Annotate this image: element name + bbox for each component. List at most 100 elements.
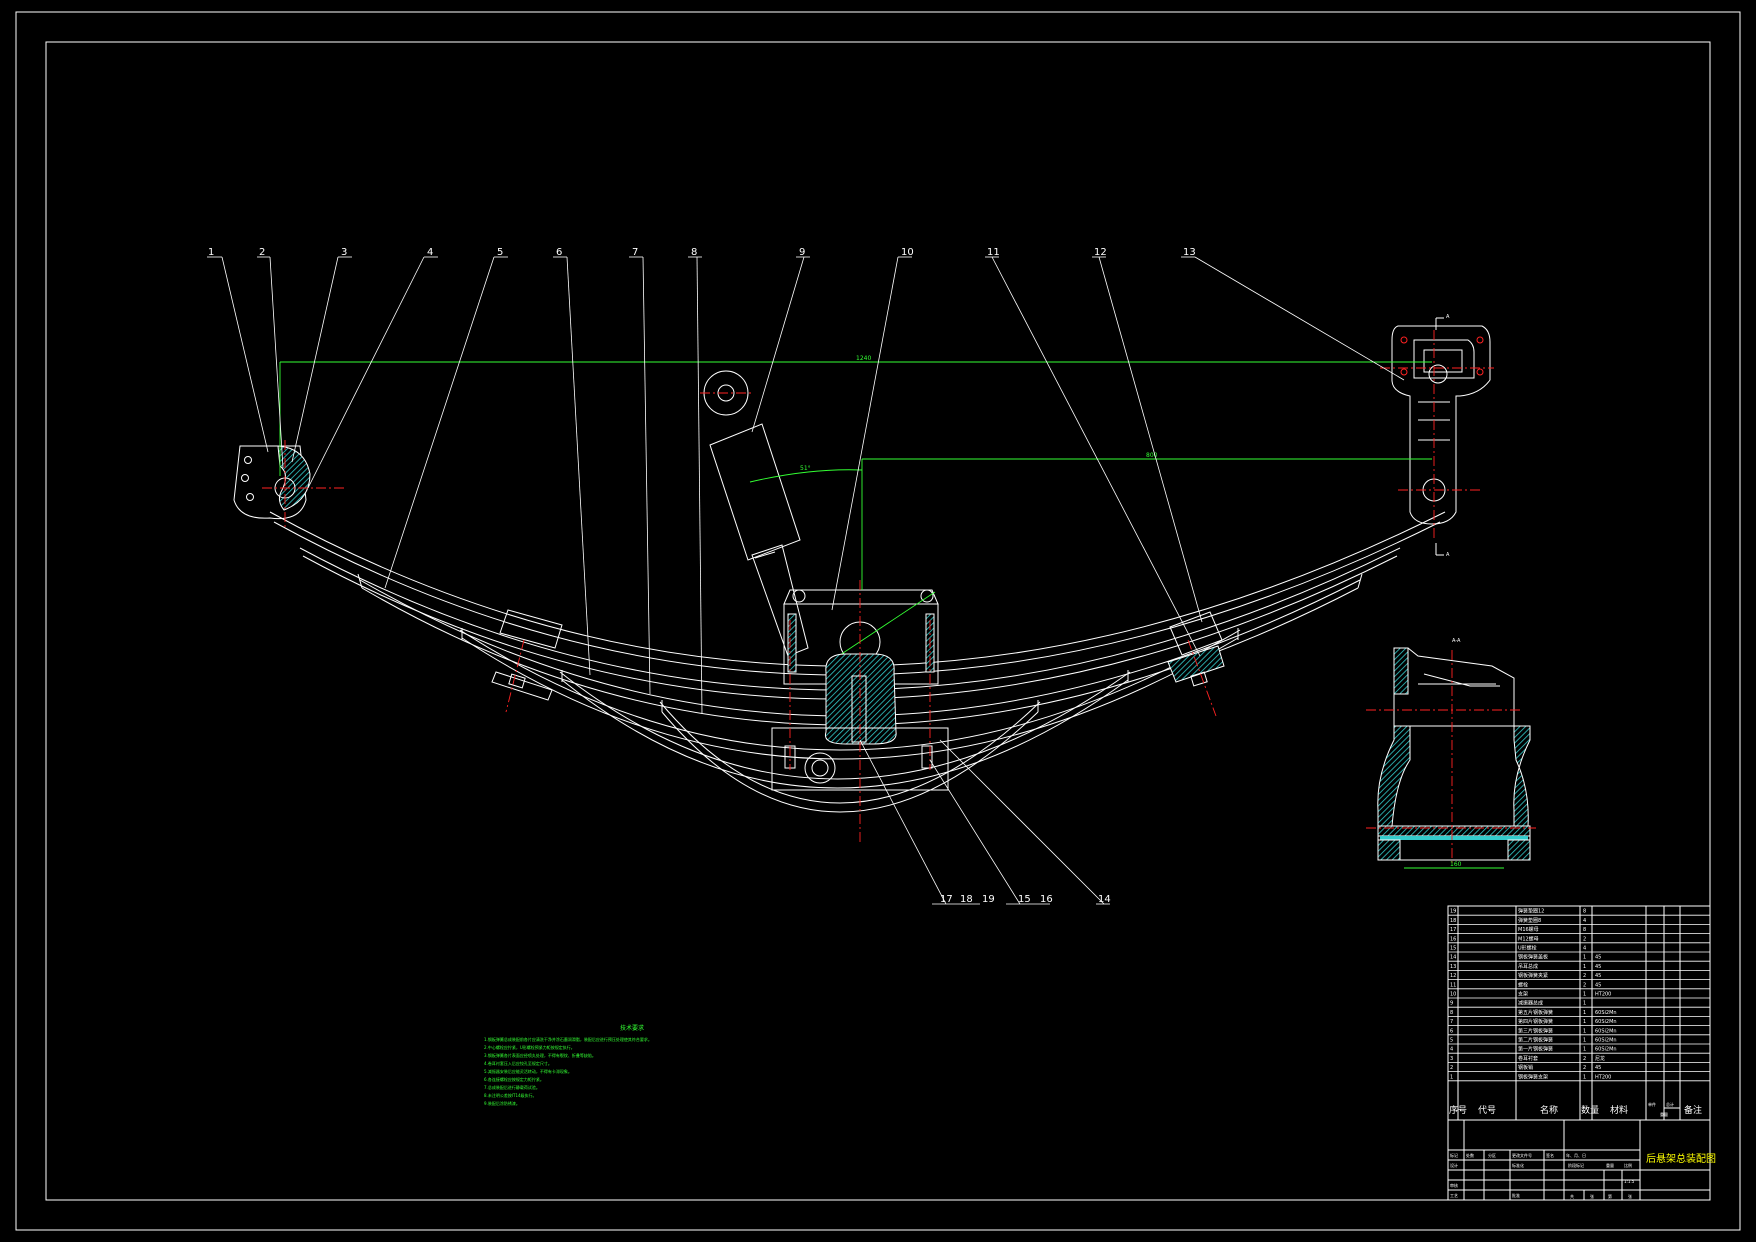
tb-weight: 重量 <box>1606 1162 1614 1168</box>
section-mark-top: A <box>1446 314 1450 320</box>
callout-5: 5 <box>497 247 503 258</box>
callout-3: 3 <box>341 247 347 258</box>
bom-cell-name: 卷耳衬套 <box>1518 1055 1538 1062</box>
bom-cell-material: 尼龙 <box>1595 1055 1605 1062</box>
note-line: 2.中心螺栓应拧紧，U形螺栓预紧力矩按规定执行。 <box>484 1044 575 1050</box>
title-block: 标记 处数 分区 更改文件号 签名 年、月、日 设计 标准化 审核 工艺 批准 … <box>1447 1119 1716 1201</box>
front-bracket <box>233 440 345 528</box>
note-line: 3.钢板弹簧各片表面应经喷丸处理，不得有裂纹、折叠等缺陷。 <box>484 1052 596 1058</box>
left-clamp <box>491 609 563 713</box>
callout-17: 17 <box>940 894 953 905</box>
bom-cell-name: 钢板弹簧夹紧 <box>1518 972 1548 979</box>
bom-cell-material: 60Si2Mn <box>1595 1047 1617 1053</box>
bom-cell-no: 15 <box>1450 946 1456 952</box>
notes-heading: 技术要求 <box>620 1024 644 1032</box>
note-line: 9.装配后涂防锈漆。 <box>484 1100 520 1106</box>
bom-cell-qty: 1 <box>1583 992 1586 998</box>
bom-cell-name: U形螺栓 <box>1518 945 1537 952</box>
bom-cell-qty: 2 <box>1583 982 1586 988</box>
bom-cell-name: 弹簧垫圈8 <box>1518 917 1541 924</box>
bom-cell-material: 45 <box>1595 1065 1601 1071</box>
tb-sheets-total: 共 <box>1570 1193 1574 1199</box>
bom-cell-material: 60Si2Mn <box>1595 1038 1617 1044</box>
bom-cell-name: 螺栓 <box>1518 981 1528 988</box>
section-view-title: A-A <box>1452 638 1461 644</box>
bom-cell-qty: 8 <box>1583 909 1586 915</box>
drawing-canvas: 1240 800 51° 1 2 3 4 5 6 7 8 9 10 11 12 … <box>15 11 1741 1231</box>
tb-zone: 分区 <box>1488 1152 1496 1158</box>
dim-angle: 51° <box>800 465 811 472</box>
tb-approve: 批准 <box>1512 1192 1520 1198</box>
callout-18: 18 <box>960 894 973 905</box>
note-line: 8.未注明公差按IT14级执行。 <box>484 1092 537 1098</box>
bom-cell-material: 45 <box>1595 973 1601 979</box>
tb-sheet-no: 第 <box>1608 1193 1612 1199</box>
bom-cell-no: 7 <box>1450 1019 1453 1025</box>
callout-13: 13 <box>1183 247 1196 258</box>
callout-labels: 1 2 3 4 5 6 7 8 9 10 11 12 13 17 18 19 1… <box>208 247 1450 905</box>
bom-header-total: 总计 <box>1666 1101 1674 1107</box>
dim-span: 1240 <box>856 355 871 362</box>
technical-notes: 技术要求 1.钢板弹簧总成装配前各片应清洗干净并涂石墨润滑脂，装配后应进行预压处… <box>484 1024 652 1106</box>
callout-8: 8 <box>691 247 697 258</box>
bom-cell-qty: 8 <box>1583 927 1586 933</box>
bom-cell-no: 1 <box>1450 1074 1453 1080</box>
bom-header-no: 序号 <box>1449 1104 1467 1116</box>
bom-cell-material: 60Si2Mn <box>1595 1019 1617 1025</box>
bom-cell-no: 19 <box>1450 909 1456 915</box>
bom-header-remark: 备注 <box>1684 1104 1702 1116</box>
callout-10: 10 <box>901 247 914 258</box>
callout-1: 1 <box>208 247 214 258</box>
bom-cell-no: 18 <box>1450 918 1456 924</box>
bom-table: 序号 代号 名称 数量 材料 单件 总计 重量 备注 19 弹簧垫圈12 818 弹簧… <box>1447 905 1711 1121</box>
bom-cell-name: 钢板弹簧支架 <box>1518 1073 1548 1080</box>
bom-cell-no: 17 <box>1450 927 1456 933</box>
drawing-title: 后悬架总装配图 <box>1646 1152 1716 1165</box>
inner-frame <box>45 41 1711 1201</box>
bom-cell-name: M12螺母 <box>1518 935 1539 942</box>
bom-cell-qty: 1 <box>1583 1019 1586 1025</box>
callout-leaders <box>207 256 1405 905</box>
bom-header-unit: 单件 <box>1648 1101 1656 1107</box>
bom-cell-qty: 1 <box>1583 1047 1586 1053</box>
bom-cell-name: 第二片钢板弹簧 <box>1518 1037 1553 1044</box>
bom-cell-material: 45 <box>1595 964 1601 970</box>
bom-cell-material: 60Si2Mn <box>1595 1028 1617 1034</box>
bom-cell-no: 16 <box>1450 936 1456 942</box>
tb-ratio: 比例 <box>1624 1162 1632 1168</box>
bom-cell-name: M16螺母 <box>1518 926 1539 933</box>
tb-sheet-unit: 张 <box>1628 1193 1632 1199</box>
bom-cell-name: 第五片钢板弹簧 <box>1518 1009 1553 1016</box>
bom-cell-qty: 1 <box>1583 1038 1586 1044</box>
callout-2: 2 <box>259 247 265 258</box>
bom-cell-material: 45 <box>1595 955 1601 961</box>
note-line: 5.减振器安装后应能灵活转动，不得有卡滞现象。 <box>484 1068 572 1074</box>
callout-14: 14 <box>1098 894 1111 905</box>
section-view: A-A 160 <box>1366 638 1536 869</box>
bom-header-code: 代号 <box>1478 1105 1496 1116</box>
callout-16: 16 <box>1040 894 1053 905</box>
dimensions: 1240 800 51° <box>279 355 1432 590</box>
note-line: 6.各连接螺栓应按规定力矩拧紧。 <box>484 1076 544 1082</box>
bom-cell-qty: 1 <box>1583 1001 1586 1007</box>
note-line: 4.卷耳衬套压入后应铰孔至规定尺寸。 <box>484 1060 552 1066</box>
tb-scale: 1:1.5 <box>1624 1179 1635 1184</box>
dim-section-width: 160 <box>1450 861 1462 868</box>
bom-cell-name: 减振器总成 <box>1518 1000 1543 1007</box>
callout-15: 15 <box>1018 894 1031 905</box>
bom-cell-no: 14 <box>1450 955 1456 961</box>
bom-cell-no: 6 <box>1450 1028 1453 1034</box>
bom-cell-qty: 4 <box>1583 946 1586 952</box>
outer-frame <box>15 11 1741 1231</box>
bom-cell-name: 吊耳总成 <box>1518 963 1538 970</box>
tb-standard: 标准化 <box>1512 1162 1524 1168</box>
bom-header-mat: 材料 <box>1610 1104 1628 1116</box>
bom-cell-no: 2 <box>1450 1065 1453 1071</box>
bom-cell-no: 8 <box>1450 1010 1453 1016</box>
bom-cell-qty: 1 <box>1583 964 1586 970</box>
bom-cell-qty: 1 <box>1583 1010 1586 1016</box>
bom-cell-no: 9 <box>1450 1001 1453 1007</box>
bom-cell-name: 第四片钢板弹簧 <box>1518 1018 1553 1025</box>
tb-stage: 阶段标记 <box>1568 1162 1584 1168</box>
bom-cell-qty: 4 <box>1583 918 1586 924</box>
